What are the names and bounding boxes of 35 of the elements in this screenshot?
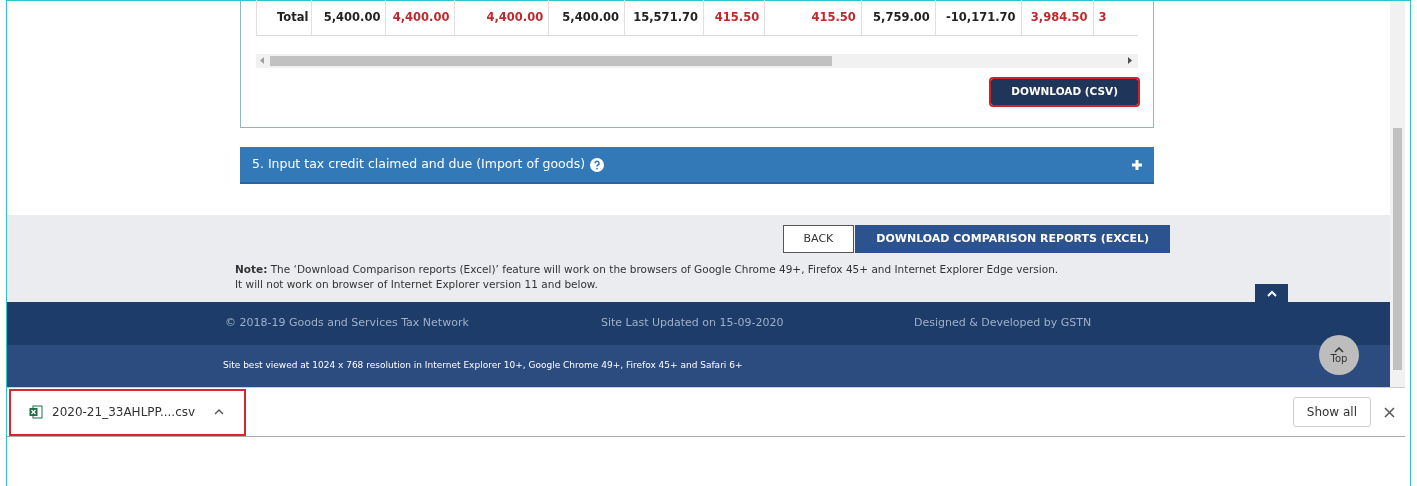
- scroll-right-icon[interactable]: [1127, 57, 1132, 64]
- table-cell: 3,984.50: [1021, 0, 1094, 35]
- table-cell: 415.50: [704, 0, 766, 35]
- caret-icon[interactable]: [1334, 346, 1344, 353]
- table-cell: 5,400.00: [549, 0, 626, 35]
- credits-text: Designed & Developed by GSTN: [914, 315, 1092, 332]
- spreadsheet-file-icon: [29, 405, 43, 419]
- note-text: Note: The ‘Download Comparison reports (Excel)’ feature will work on the browsers of Google Chrome 49+, Firefox 45+ and Internet Explorer Edge version. It will not work on browser of Internet Explorer version 11 and below.: [235, 262, 1060, 292]
- last-updated-text: Site Last Updated on 15-09-2020: [601, 315, 785, 332]
- scrollbar[interactable]: [1390, 1, 1405, 387]
- accordion-header[interactable]: 5. Input tax credit claimed and due (Import of goods): [240, 147, 1154, 184]
- show-all-button[interactable]: Show all: [1292, 397, 1371, 427]
- download-csv-button[interactable]: DOWNLOAD (CSV): [991, 79, 1138, 105]
- table-cell: 15,571.70: [625, 0, 704, 35]
- table-cell: 415.50: [765, 0, 862, 35]
- back-button[interactable]: BACK: [782, 225, 855, 253]
- table-cell: 5,400.00: [312, 0, 387, 35]
- help-icon[interactable]: [590, 157, 605, 172]
- close-icon[interactable]: [1384, 406, 1395, 418]
- table-cell: -10,171.70: [935, 0, 1022, 35]
- accordion-title: 5. Input tax credit claimed and due (Import of goods): [252, 155, 586, 174]
- copyright-text: © 2018-19 Goods and Services Tax Network: [225, 315, 470, 332]
- file-name: 2020-21_33AHLPP....csv: [52, 404, 196, 421]
- horizontal-scrollbar[interactable]: [256, 54, 1138, 68]
- download-excel-button[interactable]: DOWNLOAD COMPARISON REPORTS (EXCEL): [855, 225, 1170, 253]
- table-cell-text: 3: [1097, 8, 1108, 26]
- table-cell: 4,400.00: [386, 0, 456, 35]
- table-cell: Total: [256, 0, 313, 35]
- download-item[interactable]: 2020-21_33AHLPP....csv: [9, 388, 246, 436]
- plus-icon[interactable]: [1132, 159, 1142, 170]
- browser-support-text: Site best viewed at 1024 x 768 resolution in Internet Explorer 10+, Google Chrome 49+, Firefox 45+ and Safari 6+: [223, 359, 743, 373]
- caret-icon[interactable]: [214, 409, 225, 415]
- scroll-up-tab[interactable]: [1255, 284, 1288, 302]
- table-cell: 4,400.00: [455, 0, 550, 35]
- table-cell: 5,759.00: [861, 0, 936, 35]
